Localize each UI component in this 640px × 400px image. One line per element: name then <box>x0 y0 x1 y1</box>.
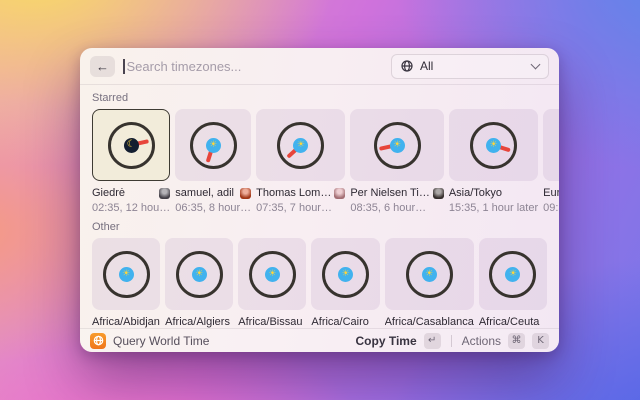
list-item[interactable]: ☀ Europe/Athens 09:35, 5 hour ago <box>543 109 559 214</box>
clock-face: ☀ <box>277 122 324 169</box>
timezone-title: Africa/Abidjan <box>92 316 160 328</box>
sun-icon: ☀ <box>192 267 207 282</box>
timezone-title: Africa/Bissau <box>238 316 306 328</box>
timezone-card-selected[interactable]: ☾ <box>92 109 170 181</box>
moon-icon: ☾ <box>124 138 139 153</box>
avatar <box>159 188 170 199</box>
timezone-card[interactable]: ☀ <box>449 109 538 181</box>
filter-dropdown[interactable]: All <box>391 54 549 79</box>
chevron-down-icon <box>531 60 541 70</box>
list-item[interactable]: ☀ Africa/Abidjan <box>92 238 160 328</box>
k-key-icon: K <box>532 333 549 349</box>
clock-face: ☀ <box>489 251 536 298</box>
timezone-card[interactable]: ☀ <box>256 109 345 181</box>
actions-button[interactable]: Actions <box>462 334 501 348</box>
sun-icon: ☀ <box>119 267 134 282</box>
timezone-time: 06:35, 8 hour… <box>175 202 251 214</box>
timezone-card[interactable]: ☀ <box>311 238 379 310</box>
sun-icon: ☀ <box>390 138 405 153</box>
search-placeholder: Search timezones... <box>127 59 242 74</box>
back-button[interactable]: ← <box>90 56 115 77</box>
search-header: ← Search timezones... All <box>80 48 559 85</box>
avatar <box>433 188 444 199</box>
timezone-title: samuel, adil <box>175 187 237 199</box>
clock-face: ☀ <box>406 251 453 298</box>
section-label-starred: Starred <box>92 92 547 104</box>
sun-icon: ☀ <box>505 267 520 282</box>
clock-face: ☀ <box>103 251 150 298</box>
list-item[interactable]: ☀ Africa/Bissau <box>238 238 306 328</box>
sun-icon: ☀ <box>338 267 353 282</box>
action-bar: Query World Time Copy Time ↵ Actions ⌘ K <box>80 328 559 352</box>
avatar <box>240 188 251 199</box>
search-input[interactable]: Search timezones... <box>123 48 383 84</box>
app-name: Query World Time <box>113 334 349 348</box>
timezone-card[interactable]: ☀ <box>165 238 233 310</box>
clock-face: ☀ <box>322 251 369 298</box>
text-caret <box>123 59 125 74</box>
filter-selected-value: All <box>420 59 433 73</box>
timezone-card[interactable]: ☀ <box>175 109 251 181</box>
clock-face: ☀ <box>249 251 296 298</box>
section-label-other: Other <box>92 221 547 233</box>
timezone-title: Giedrė <box>92 187 156 199</box>
list-item[interactable]: ☀ Africa/Cairo <box>311 238 379 328</box>
clock-face: ☀ <box>374 122 421 169</box>
list-item[interactable]: ☀ Asia/Tokyo 15:35, 1 hour later <box>449 109 538 214</box>
globe-icon <box>401 60 413 72</box>
timezone-time: 08:35, 6 hour… <box>350 202 443 214</box>
avatar <box>334 188 345 199</box>
list-item[interactable]: ☀ samuel, adil 06:35, 8 hour… <box>175 109 251 214</box>
timezone-title: Africa/Algiers <box>165 316 233 328</box>
timezone-title: Europe/Athens <box>543 187 559 199</box>
list-item[interactable]: ☀ Thomas Lom… 07:35, 7 hour… <box>256 109 345 214</box>
timezone-card[interactable]: ☀ <box>92 238 160 310</box>
starred-grid: ☾ Giedrė 02:35, 12 hou… ☀ samuel, adil 0… <box>92 109 547 214</box>
clock-face: ☾ <box>108 122 155 169</box>
sun-icon: ☀ <box>293 138 308 153</box>
app-icon-world-globe <box>90 333 106 349</box>
back-arrow-icon: ← <box>96 59 109 74</box>
divider <box>451 335 452 347</box>
timezone-title: Asia/Tokyo <box>449 187 538 199</box>
clock-face: ☀ <box>176 251 223 298</box>
cmd-key-icon: ⌘ <box>508 333 525 349</box>
list-item[interactable]: ☾ Giedrė 02:35, 12 hou… <box>92 109 170 214</box>
timezone-title: Africa/Cairo <box>311 316 379 328</box>
sun-icon: ☀ <box>422 267 437 282</box>
enter-key-icon: ↵ <box>424 333 441 349</box>
results-list: Starred ☾ Giedrė 02:35, 12 hou… ☀ <box>80 85 559 328</box>
list-item[interactable]: ☀ Africa/Ceuta <box>479 238 547 328</box>
timezone-card[interactable]: ☀ <box>238 238 306 310</box>
timezone-time: 15:35, 1 hour later <box>449 202 538 214</box>
sun-icon: ☀ <box>265 267 280 282</box>
sun-icon: ☀ <box>206 138 221 153</box>
list-item[interactable]: ☀ Per Nielsen Ti… 08:35, 6 hour… <box>350 109 443 214</box>
timezone-card[interactable]: ☀ <box>385 238 474 310</box>
other-grid: ☀ Africa/Abidjan ☀ Africa/Algiers ☀ <box>92 238 547 328</box>
timezone-time: 02:35, 12 hou… <box>92 202 170 214</box>
launcher-window: ← Search timezones... All Starred ☾ <box>80 48 559 352</box>
timezone-title: Per Nielsen Ti… <box>350 187 429 199</box>
clock-face: ☀ <box>190 122 237 169</box>
list-item[interactable]: ☀ Africa/Casablanca <box>385 238 474 328</box>
list-item[interactable]: ☀ Africa/Algiers <box>165 238 233 328</box>
timezone-title: Africa/Casablanca <box>385 316 474 328</box>
clock-face: ☀ <box>470 122 517 169</box>
sun-icon: ☀ <box>486 138 501 153</box>
copy-time-button[interactable]: Copy Time <box>356 334 417 348</box>
timezone-title: Africa/Ceuta <box>479 316 547 328</box>
timezone-card[interactable]: ☀ <box>350 109 443 181</box>
timezone-time: 07:35, 7 hour… <box>256 202 345 214</box>
timezone-card[interactable]: ☀ <box>479 238 547 310</box>
timezone-title: Thomas Lom… <box>256 187 331 199</box>
timezone-time: 09:35, 5 hour ago <box>543 202 559 214</box>
timezone-card[interactable]: ☀ <box>543 109 559 181</box>
